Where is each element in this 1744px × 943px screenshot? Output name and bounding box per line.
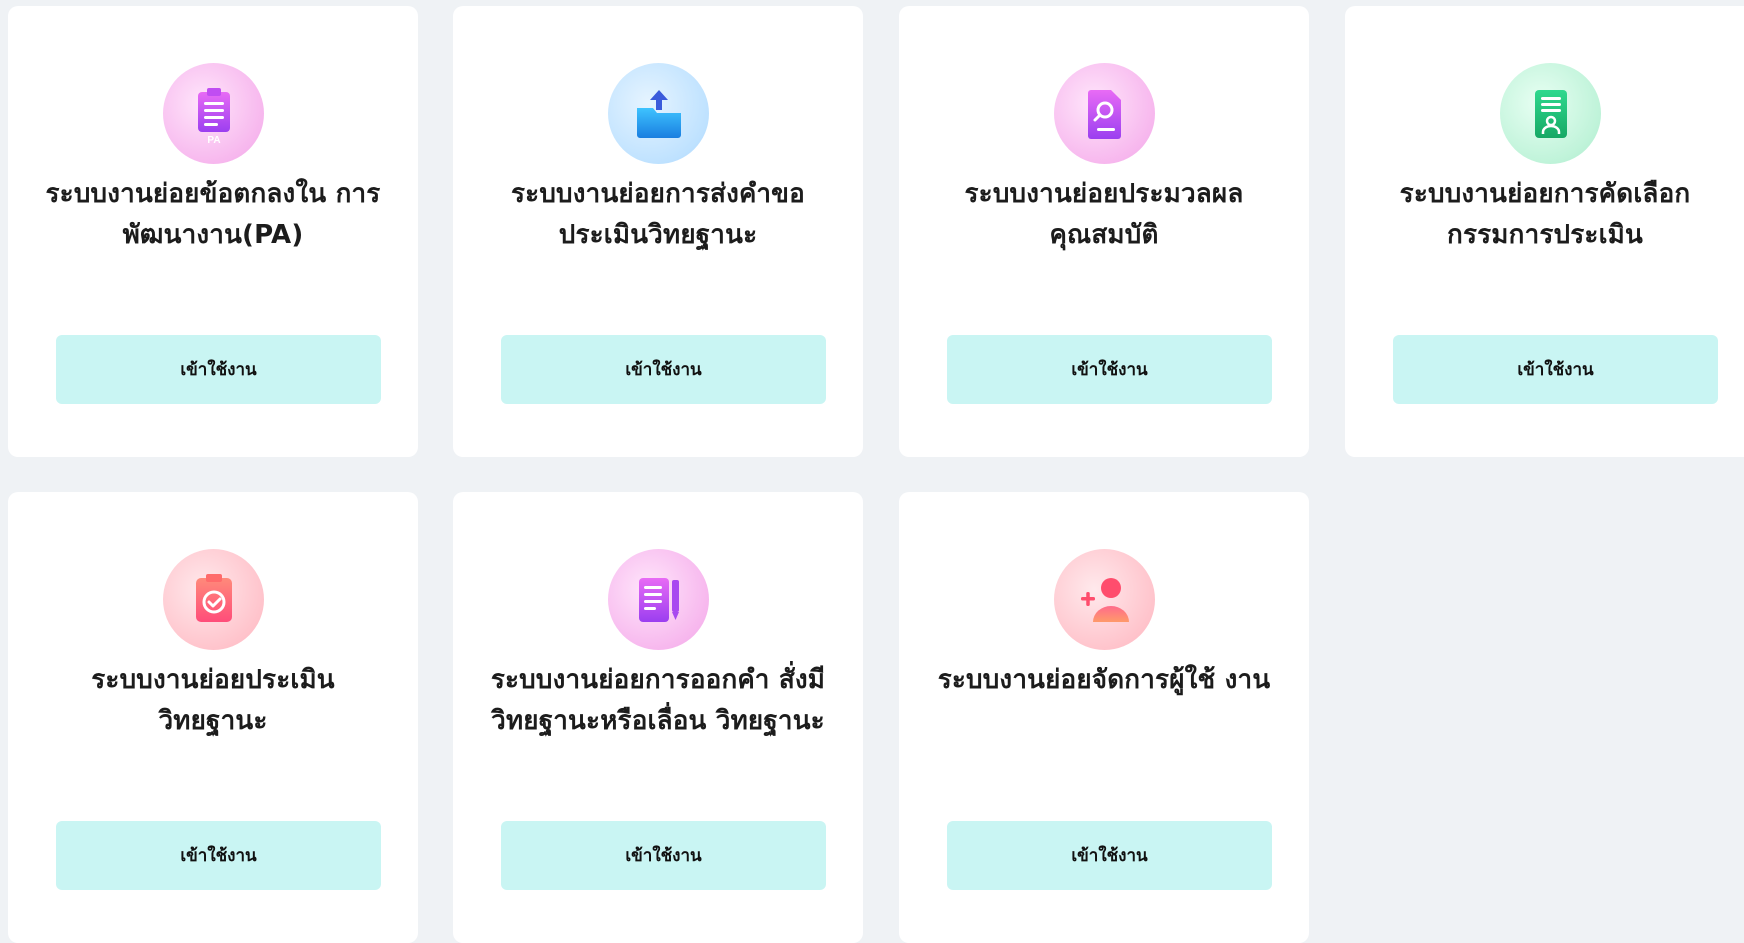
card-title: ระบบงานย่อยการส่งคำขอ ประเมินวิทยฐานะ [511, 179, 805, 250]
clipboard-pa-icon: PA [163, 63, 264, 164]
card-submit-request: ระบบงานย่อยการส่งคำขอ ประเมินวิทยฐานะ เข… [453, 6, 863, 457]
card-title: ระบบงานย่อยประเมิน วิทยฐานะ [91, 665, 335, 736]
card-user-management: ระบบงานย่อยจัดการผู้ใช้ งาน เข้าใช้งาน [899, 492, 1309, 943]
card-title: ระบบงานย่อยประมวลผล คุณสมบัติ [964, 179, 1244, 250]
document-pen-icon [608, 549, 709, 650]
card-qualification-processing: ระบบงานย่อยประมวลผล คุณสมบัติ เข้าใช้งาน [899, 6, 1309, 457]
enter-button[interactable]: เข้าใช้งาน [501, 335, 826, 404]
enter-button[interactable]: เข้าใช้งาน [947, 821, 1272, 890]
clipboard-check-icon [163, 549, 264, 650]
svg-text:PA: PA [207, 135, 220, 146]
id-document-icon [1500, 63, 1601, 164]
card-committee-selection: ระบบงานย่อยการคัดเลือก กรรมการประเมิน เข… [1345, 6, 1744, 457]
document-search-icon [1054, 63, 1155, 164]
card-title: ระบบงานย่อยข้อตกลงใน การพัฒนางาน(PA) [45, 179, 381, 250]
enter-button[interactable]: เข้าใช้งาน [501, 821, 826, 890]
enter-button[interactable]: เข้าใช้งาน [1393, 335, 1718, 404]
card-academic-evaluation: ระบบงานย่อยประเมิน วิทยฐานะ เข้าใช้งาน [8, 492, 418, 943]
card-title: ระบบงานย่อยการออกคำ สั่งมีวิทยฐานะหรือเล… [490, 665, 826, 736]
enter-button[interactable]: เข้าใช้งาน [947, 335, 1272, 404]
card-order-issuance: ระบบงานย่อยการออกคำ สั่งมีวิทยฐานะหรือเล… [453, 492, 863, 943]
enter-button[interactable]: เข้าใช้งาน [56, 335, 381, 404]
add-user-icon [1054, 549, 1155, 650]
enter-button[interactable]: เข้าใช้งาน [56, 821, 381, 890]
folder-upload-icon [608, 63, 709, 164]
card-title: ระบบงานย่อยการคัดเลือก กรรมการประเมิน [1399, 179, 1691, 250]
card-title: ระบบงานย่อยจัดการผู้ใช้ งาน [937, 665, 1271, 695]
card-pa-agreement: PA ระบบงานย่อยข้อตกลงใน การพัฒนางาน(PA) … [8, 6, 418, 457]
